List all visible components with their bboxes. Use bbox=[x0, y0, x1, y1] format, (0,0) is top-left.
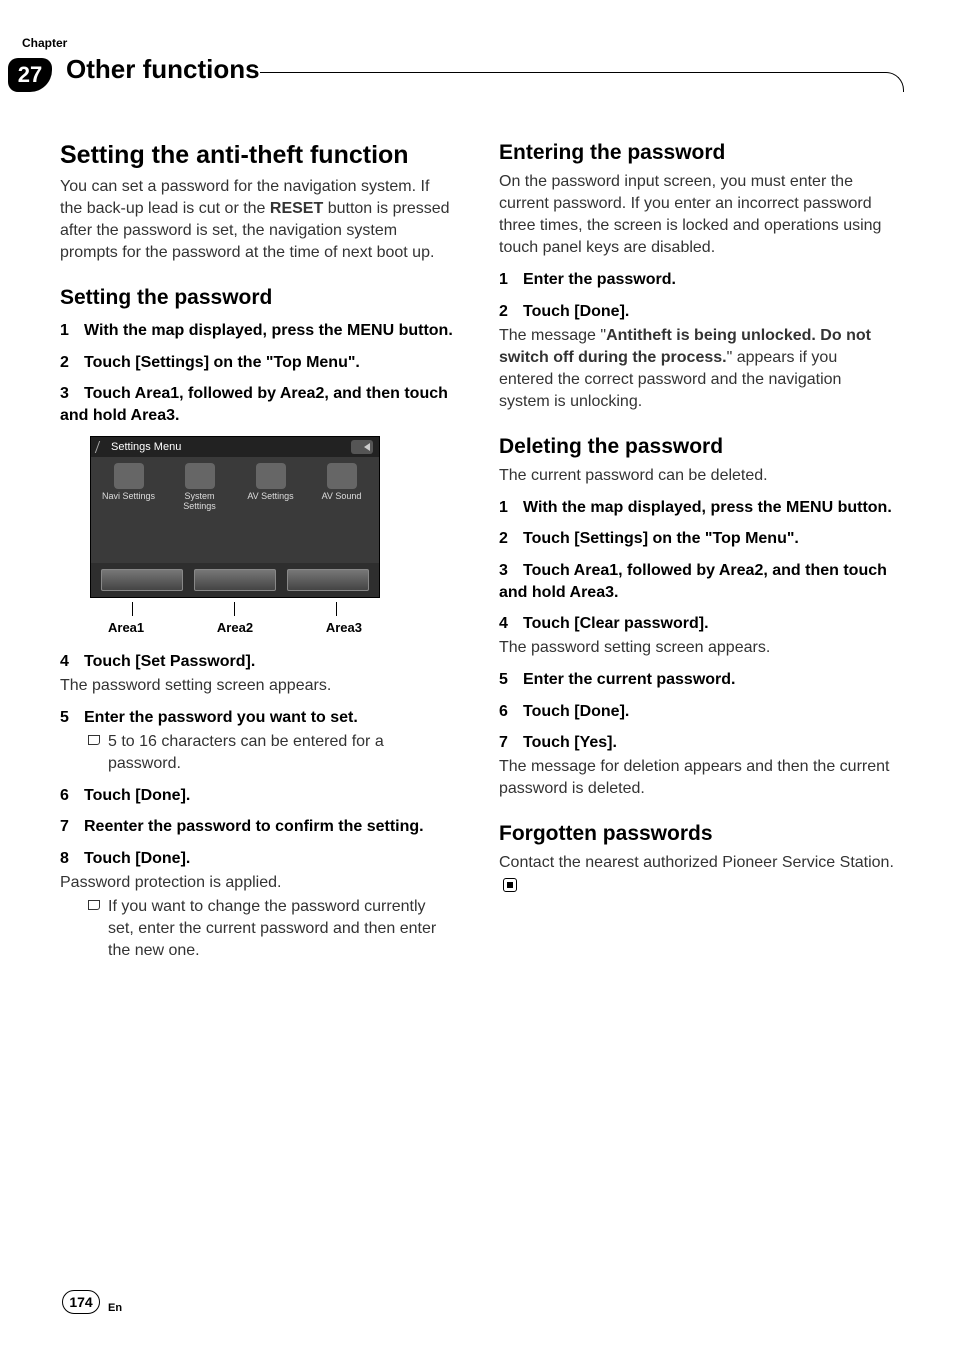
step-5: 5Enter the password you want to set. bbox=[60, 707, 455, 729]
forgotten-text: Contact the nearest authorized Pioneer S… bbox=[499, 852, 894, 896]
sm-lbl-3: AV Sound bbox=[310, 491, 374, 501]
area3-label: Area3 bbox=[326, 620, 362, 635]
enter-step-1-text: Enter the password. bbox=[523, 271, 676, 288]
del-step-4-text: Touch [Clear password]. bbox=[523, 615, 709, 632]
av-sound-icon bbox=[327, 463, 357, 489]
reset-bold: RESET bbox=[270, 200, 323, 217]
del-step-3: 3Touch Area1, followed by Area2, and the… bbox=[499, 560, 894, 603]
system-settings-icon bbox=[185, 463, 215, 489]
sm-title: Settings Menu bbox=[111, 441, 181, 453]
sm-titlebar: Settings Menu bbox=[91, 437, 379, 457]
section-end-icon bbox=[503, 878, 517, 892]
step-5-note: 5 to 16 characters can be entered for a … bbox=[88, 731, 455, 775]
step-5-text: Enter the password you want to set. bbox=[84, 709, 358, 726]
page-number-badge: 174 bbox=[62, 1290, 100, 1314]
right-column: Entering the password On the password in… bbox=[499, 125, 894, 962]
step-8-text: Touch [Done]. bbox=[84, 850, 190, 867]
del-step-4-after: The password setting screen appears. bbox=[499, 637, 894, 659]
note-icon bbox=[88, 735, 100, 745]
sm-lbl-0: Navi Settings bbox=[97, 491, 161, 501]
enter-step-2-after: The message "Antitheft is being unlocked… bbox=[499, 325, 894, 413]
area2-slot bbox=[194, 569, 276, 591]
step-3-text: Touch Area1, followed by Area2, and then… bbox=[60, 385, 448, 424]
step-7: 7Reenter the password to confirm the set… bbox=[60, 816, 455, 838]
area-labels: Area1 Area2 Area3 bbox=[90, 620, 380, 635]
enter-step-1: 1Enter the password. bbox=[499, 269, 894, 291]
antenna-icon bbox=[95, 441, 109, 453]
step-4-after: The password setting screen appears. bbox=[60, 675, 455, 697]
del-step-4: 4Touch [Clear password]. bbox=[499, 613, 894, 635]
step-4-text: Touch [Set Password]. bbox=[84, 653, 255, 670]
sm-item-avsound: AV Sound bbox=[310, 463, 374, 511]
enter-step-2: 2Touch [Done]. bbox=[499, 301, 894, 323]
deleting-intro: The current password can be deleted. bbox=[499, 465, 894, 487]
del-step-5: 5Enter the current password. bbox=[499, 669, 894, 691]
del-step-1: 1With the map displayed, press the MENU … bbox=[499, 497, 894, 519]
del-step-3-text: Touch Area1, followed by Area2, and then… bbox=[499, 562, 887, 601]
page-title: Other functions bbox=[66, 54, 260, 85]
area2-label: Area2 bbox=[217, 620, 253, 635]
sm-bottom-row bbox=[91, 563, 379, 597]
note-icon bbox=[88, 900, 100, 910]
navi-settings-icon bbox=[114, 463, 144, 489]
step-4: 4Touch [Set Password]. bbox=[60, 651, 455, 673]
step-3: 3Touch Area1, followed by Area2, and the… bbox=[60, 383, 455, 426]
sm-item-system: System Settings bbox=[168, 463, 232, 511]
step-8-note: If you want to change the password curre… bbox=[88, 896, 455, 962]
del-step-7-after: The message for deletion appears and the… bbox=[499, 756, 894, 800]
back-icon bbox=[351, 440, 373, 454]
header-rule bbox=[260, 72, 904, 92]
del-step-2: 2Touch [Settings] on the "Top Menu". bbox=[499, 528, 894, 550]
area-connectors bbox=[90, 602, 380, 620]
step-2-text: Touch [Settings] on the "Top Menu". bbox=[84, 354, 360, 371]
subheading-setting-password: Setting the password bbox=[60, 286, 455, 310]
sm-item-av: AV Settings bbox=[239, 463, 303, 511]
subheading-entering-password: Entering the password bbox=[499, 141, 894, 165]
del-step-1-text: With the map displayed, press the MENU b… bbox=[523, 499, 892, 516]
intro-paragraph: You can set a password for the navigatio… bbox=[60, 176, 455, 264]
chapter-label: Chapter bbox=[22, 36, 67, 50]
step-8: 8Touch [Done]. bbox=[60, 848, 455, 870]
sm-item-navi: Navi Settings bbox=[97, 463, 161, 511]
step-5-note-text: 5 to 16 characters can be entered for a … bbox=[108, 731, 455, 775]
left-column: Setting the anti-theft function You can … bbox=[60, 125, 455, 962]
del-step-7-text: Touch [Yes]. bbox=[523, 734, 617, 751]
page-lang: En bbox=[108, 1302, 122, 1314]
msg-a: The message " bbox=[499, 327, 606, 344]
step-1-text: With the map displayed, press the MENU b… bbox=[84, 322, 453, 339]
chapter-number-badge: 27 bbox=[8, 58, 52, 92]
sm-lbl-1: System Settings bbox=[168, 491, 232, 511]
del-step-2-text: Touch [Settings] on the "Top Menu". bbox=[523, 530, 799, 547]
forgotten-body: Contact the nearest authorized Pioneer S… bbox=[499, 854, 894, 871]
section-heading-antitheft: Setting the anti-theft function bbox=[60, 141, 455, 170]
enter-step-2-text: Touch [Done]. bbox=[523, 303, 629, 320]
area1-slot bbox=[101, 569, 183, 591]
step-7-text: Reenter the password to confirm the sett… bbox=[84, 818, 424, 835]
step-6: 6Touch [Done]. bbox=[60, 785, 455, 807]
settings-menu-screenshot: Settings Menu Navi Settings System Setti… bbox=[90, 436, 380, 598]
subheading-forgotten-passwords: Forgotten passwords bbox=[499, 822, 894, 846]
del-step-6-text: Touch [Done]. bbox=[523, 703, 629, 720]
step-6-text: Touch [Done]. bbox=[84, 787, 190, 804]
del-step-6: 6Touch [Done]. bbox=[499, 701, 894, 723]
subheading-deleting-password: Deleting the password bbox=[499, 435, 894, 459]
del-step-5-text: Enter the current password. bbox=[523, 671, 736, 688]
area1-label: Area1 bbox=[108, 620, 144, 635]
step-2: 2Touch [Settings] on the "Top Menu". bbox=[60, 352, 455, 374]
entering-intro: On the password input screen, you must e… bbox=[499, 171, 894, 259]
area3-slot bbox=[287, 569, 369, 591]
step-8-note-text: If you want to change the password curre… bbox=[108, 896, 455, 962]
step-1: 1With the map displayed, press the MENU … bbox=[60, 320, 455, 342]
page-header: 27 Other functions bbox=[60, 54, 894, 85]
sm-lbl-2: AV Settings bbox=[239, 491, 303, 501]
step-8-after: Password protection is applied. bbox=[60, 872, 455, 894]
del-step-7: 7Touch [Yes]. bbox=[499, 732, 894, 754]
av-settings-icon bbox=[256, 463, 286, 489]
